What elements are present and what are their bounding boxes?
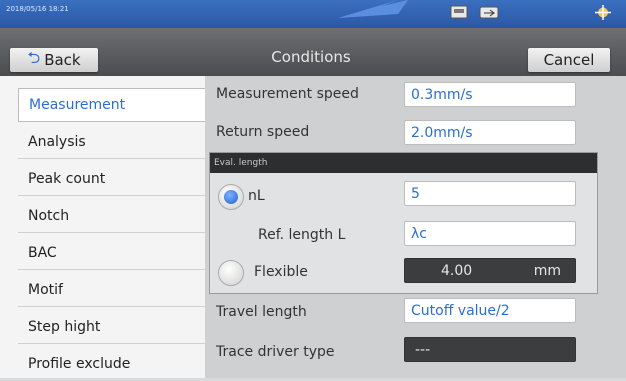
cancel-button[interactable]: Cancel — [528, 48, 610, 72]
travel-length-label: Travel length — [216, 304, 307, 320]
eval-length-header: Eval. length — [210, 153, 597, 173]
pointer-arrow-icon — [338, 0, 408, 18]
sidebar-item-measurement[interactable]: Measurement — [18, 88, 208, 122]
sidebar-item-notch[interactable]: Notch — [18, 199, 205, 233]
nl-radio[interactable] — [218, 184, 244, 210]
status-bar: 2018/05/16 18:21 — [0, 0, 626, 28]
back-label: Back — [44, 51, 81, 69]
flexible-radio[interactable] — [218, 260, 244, 286]
move-icon[interactable] — [592, 5, 614, 20]
travel-length-field[interactable]: Cutoff value/2 — [404, 298, 576, 323]
usb-icon — [479, 6, 499, 19]
return-speed-label: Return speed — [216, 124, 310, 140]
back-arrow-icon: ⮌ — [27, 47, 41, 67]
sidebar-item-analysis[interactable]: Analysis — [18, 125, 205, 159]
flexible-length-value: 4.00 — [441, 262, 473, 279]
trace-driver-field[interactable]: --- — [404, 337, 576, 362]
return-speed-field[interactable]: 2.0mm/s — [404, 120, 576, 145]
sidebar-item-peak-count[interactable]: Peak count — [18, 162, 205, 196]
nl-label: nL — [248, 188, 265, 204]
sidebar-item-profile-exclude[interactable]: Profile exclude — [18, 347, 205, 381]
flexible-length-unit: mm — [533, 262, 561, 279]
sidebar-item-bac[interactable]: BAC — [18, 236, 205, 270]
status-timestamp: 2018/05/16 18:21 — [6, 5, 69, 13]
measurement-speed-label: Measurement speed — [216, 86, 359, 102]
trace-driver-label: Trace driver type — [216, 344, 335, 360]
ref-length-field[interactable]: λc — [404, 221, 576, 246]
nl-field[interactable]: 5 — [404, 181, 576, 206]
page-title: Conditions — [271, 48, 351, 66]
sidebar-item-step-hight[interactable]: Step hight — [18, 310, 205, 344]
sidebar-item-motif[interactable]: Motif — [18, 273, 205, 307]
measurement-speed-field[interactable]: 0.3mm/s — [404, 82, 576, 107]
back-button[interactable]: ⮌ Back — [10, 48, 98, 72]
flexible-length-field[interactable]: 4.00 mm — [404, 258, 576, 283]
printer-icon — [450, 5, 468, 19]
ref-length-label: Ref. length L — [258, 227, 346, 243]
flexible-label: Flexible — [254, 264, 308, 280]
